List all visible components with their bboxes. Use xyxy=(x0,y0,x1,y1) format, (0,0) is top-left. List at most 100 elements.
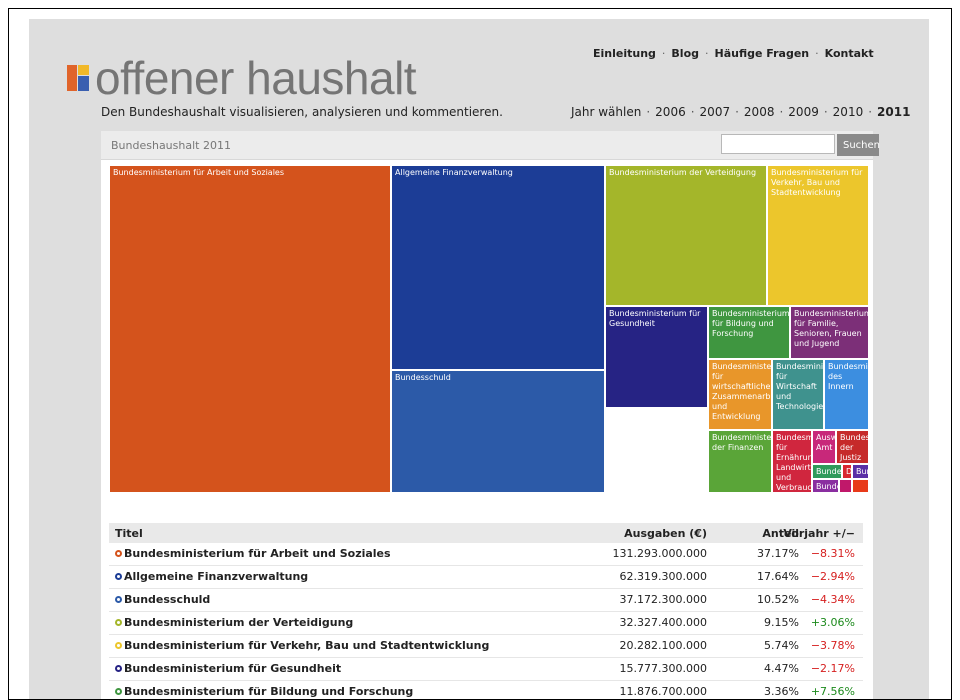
year-link-2009[interactable]: 2009 xyxy=(788,105,819,119)
row-change: −4.34% xyxy=(810,593,855,606)
row-title[interactable]: Allgemeine Finanzverwaltung xyxy=(115,570,308,583)
row-title[interactable]: Bundesministerium für Arbeit und Soziale… xyxy=(115,547,391,560)
treemap-cell[interactable]: Bundesrat xyxy=(852,464,869,479)
treemap-cell[interactable]: Bundesministerium für Gesundheit xyxy=(605,306,708,408)
expand-icon[interactable] xyxy=(115,550,122,557)
row-title[interactable]: Bundesministerium der Verteidigung xyxy=(115,616,353,629)
row-amount: 20.282.100.000 xyxy=(619,639,707,652)
column-header-amount[interactable]: Ausgaben (€) xyxy=(624,527,707,540)
year-link-2007[interactable]: 2007 xyxy=(700,105,731,119)
treemap-cell[interactable]: Bundesministerium für Bildung und Forsch… xyxy=(708,306,790,359)
nav-separator: · xyxy=(661,47,666,60)
row-title[interactable]: Bundesministerium für Gesundheit xyxy=(115,662,341,675)
row-title[interactable]: Bundesministerium für Bildung und Forsch… xyxy=(115,685,413,698)
treemap-cell[interactable]: Bundesministerium für Wirtschaft und Tec… xyxy=(772,359,824,430)
table-row[interactable]: Bundesministerium für Bildung und Forsch… xyxy=(109,681,863,699)
row-title-text: Bundesministerium für Gesundheit xyxy=(124,662,342,675)
treemap-cell[interactable]: Bundesministerium für Arbeit und Soziale… xyxy=(109,165,391,493)
row-title-text: Bundesschuld xyxy=(124,593,211,606)
row-title[interactable]: Bundesministerium für Verkehr, Bau und S… xyxy=(115,639,489,652)
treemap-cell[interactable]: Bundesministerium für wirtschaftliche Zu… xyxy=(708,359,772,430)
year-link-2011[interactable]: 2011 xyxy=(877,105,910,119)
row-change: +3.06% xyxy=(810,616,855,629)
table-header: Titel Ausgaben (€) Anteil Vorjahr +/− xyxy=(109,523,863,543)
year-selector-label: Jahr wählen xyxy=(571,105,642,119)
column-header-change[interactable]: Vorjahr +/− xyxy=(783,527,855,540)
row-share: 10.52% xyxy=(757,593,799,606)
budget-treemap: Bundesministerium für Arbeit und Soziale… xyxy=(109,165,871,493)
table-row[interactable]: Bundesministerium für Arbeit und Soziale… xyxy=(109,543,863,566)
budget-table: Titel Ausgaben (€) Anteil Vorjahr +/− Bu… xyxy=(109,523,863,699)
treemap-cell[interactable]: Bundesministerium des Innern xyxy=(824,359,869,430)
row-change: −2.17% xyxy=(810,662,855,675)
nav-link-faq[interactable]: Häufige Fragen xyxy=(715,47,810,60)
tagline: Den Bundeshaushalt visualisieren, analys… xyxy=(101,105,503,119)
row-change: −3.78% xyxy=(810,639,855,652)
row-amount: 62.319.300.000 xyxy=(619,570,707,583)
treemap-cell[interactable]: Bundespräsident xyxy=(812,479,839,493)
expand-icon[interactable] xyxy=(115,596,122,603)
budget-panel: Bundeshaushalt 2011 Suchen Bundesministe… xyxy=(101,131,880,699)
row-share: 37.17% xyxy=(757,547,799,560)
row-title-text: Bundesministerium für Bildung und Forsch… xyxy=(124,685,414,698)
nav-link-einleitung[interactable]: Einleitung xyxy=(593,47,656,60)
row-title[interactable]: Bundesschuld xyxy=(115,593,210,606)
nav-separator: · xyxy=(815,47,819,60)
column-header-title[interactable]: Titel xyxy=(115,527,143,540)
table-row[interactable]: Bundesministerium für Gesundheit 15.777.3… xyxy=(109,658,863,681)
row-change: −8.31% xyxy=(810,547,855,560)
table-body: Bundesministerium für Arbeit und Soziale… xyxy=(109,543,863,699)
panel-header: Bundeshaushalt 2011 Suchen xyxy=(101,131,880,160)
row-title-text: Bundesministerium für Arbeit und Soziale… xyxy=(124,547,391,560)
treemap-cell[interactable] xyxy=(839,479,852,493)
row-amount: 32.327.400.000 xyxy=(619,616,707,629)
treemap-cell[interactable]: Bundesministerium für Verkehr, Bau und S… xyxy=(767,165,869,306)
nav-link-kontakt[interactable]: Kontakt xyxy=(825,47,874,60)
treemap-cell[interactable] xyxy=(852,479,869,493)
row-share: 9.15% xyxy=(764,616,799,629)
treemap-cell[interactable]: Bundesministerium der Finanzen xyxy=(708,430,772,493)
nav-separator: · xyxy=(705,47,709,60)
treemap-cell[interactable]: Bundesministerium für Umwelt, Naturschut… xyxy=(812,464,842,479)
table-row[interactable]: Bundesministerium der Verteidigung 32.327… xyxy=(109,612,863,635)
treemap-cell[interactable]: Bundesschuld xyxy=(391,370,605,493)
row-amount: 37.172.300.000 xyxy=(619,593,707,606)
row-share: 3.36% xyxy=(764,685,799,698)
year-selector: Jahr wählen · 2006 · 2007 · 2008 · 2009 … xyxy=(571,105,911,119)
top-navigation: Einleitung · Blog · Häufige Fragen · Kon… xyxy=(593,47,874,60)
treemap-cell[interactable]: Auswärtiges Amt xyxy=(812,430,836,464)
treemap-cell[interactable]: Allgemeine Finanzverwaltung xyxy=(391,165,605,370)
treemap-cell[interactable]: Bundesministerium der Justiz xyxy=(836,430,869,464)
row-amount: 131.293.000.000 xyxy=(612,547,707,560)
expand-icon[interactable] xyxy=(115,619,122,626)
treemap-cell[interactable]: Bundesministerium der Verteidigung xyxy=(605,165,767,306)
nav-link-blog[interactable]: Blog xyxy=(671,47,699,60)
site-logo[interactable]: offener haushalt xyxy=(67,52,417,104)
year-link-2006[interactable]: 2006 xyxy=(655,105,686,119)
search-input[interactable] xyxy=(721,134,835,154)
year-link-2010[interactable]: 2010 xyxy=(833,105,864,119)
search-button[interactable]: Suchen xyxy=(837,134,880,156)
browser-frame: offener haushalt Den Bundeshaushalt visu… xyxy=(8,8,952,700)
row-share: 5.74% xyxy=(764,639,799,652)
expand-icon[interactable] xyxy=(115,665,122,672)
treemap-cell[interactable]: Bundesministerium für Familie, Senioren,… xyxy=(790,306,869,359)
table-row[interactable]: Allgemeine Finanzverwaltung 62.319.300.00… xyxy=(109,566,863,589)
row-title-text: Bundesministerium für Verkehr, Bau und S… xyxy=(124,639,490,652)
page-background: offener haushalt Den Bundeshaushalt visu… xyxy=(29,19,929,699)
panel-title: Bundeshaushalt 2011 xyxy=(111,139,231,152)
row-change: +7.56% xyxy=(810,685,855,698)
row-amount: 15.777.300.000 xyxy=(619,662,707,675)
expand-icon[interactable] xyxy=(115,688,122,695)
treemap-cell[interactable]: Deutscher Bundestag xyxy=(842,464,852,479)
logo-mark-icon xyxy=(67,65,89,91)
expand-icon[interactable] xyxy=(115,642,122,649)
row-title-text: Allgemeine Finanzverwaltung xyxy=(124,570,309,583)
table-row[interactable]: Bundesschuld 37.172.300.000 10.52% −4.34% xyxy=(109,589,863,612)
expand-icon[interactable] xyxy=(115,573,122,580)
table-row[interactable]: Bundesministerium für Verkehr, Bau und S… xyxy=(109,635,863,658)
logo-text: offener haushalt xyxy=(95,52,417,104)
row-share: 17.64% xyxy=(757,570,799,583)
treemap-cell[interactable]: Bundesministerium für Ernährung, Landwir… xyxy=(772,430,812,493)
year-link-2008[interactable]: 2008 xyxy=(744,105,775,119)
